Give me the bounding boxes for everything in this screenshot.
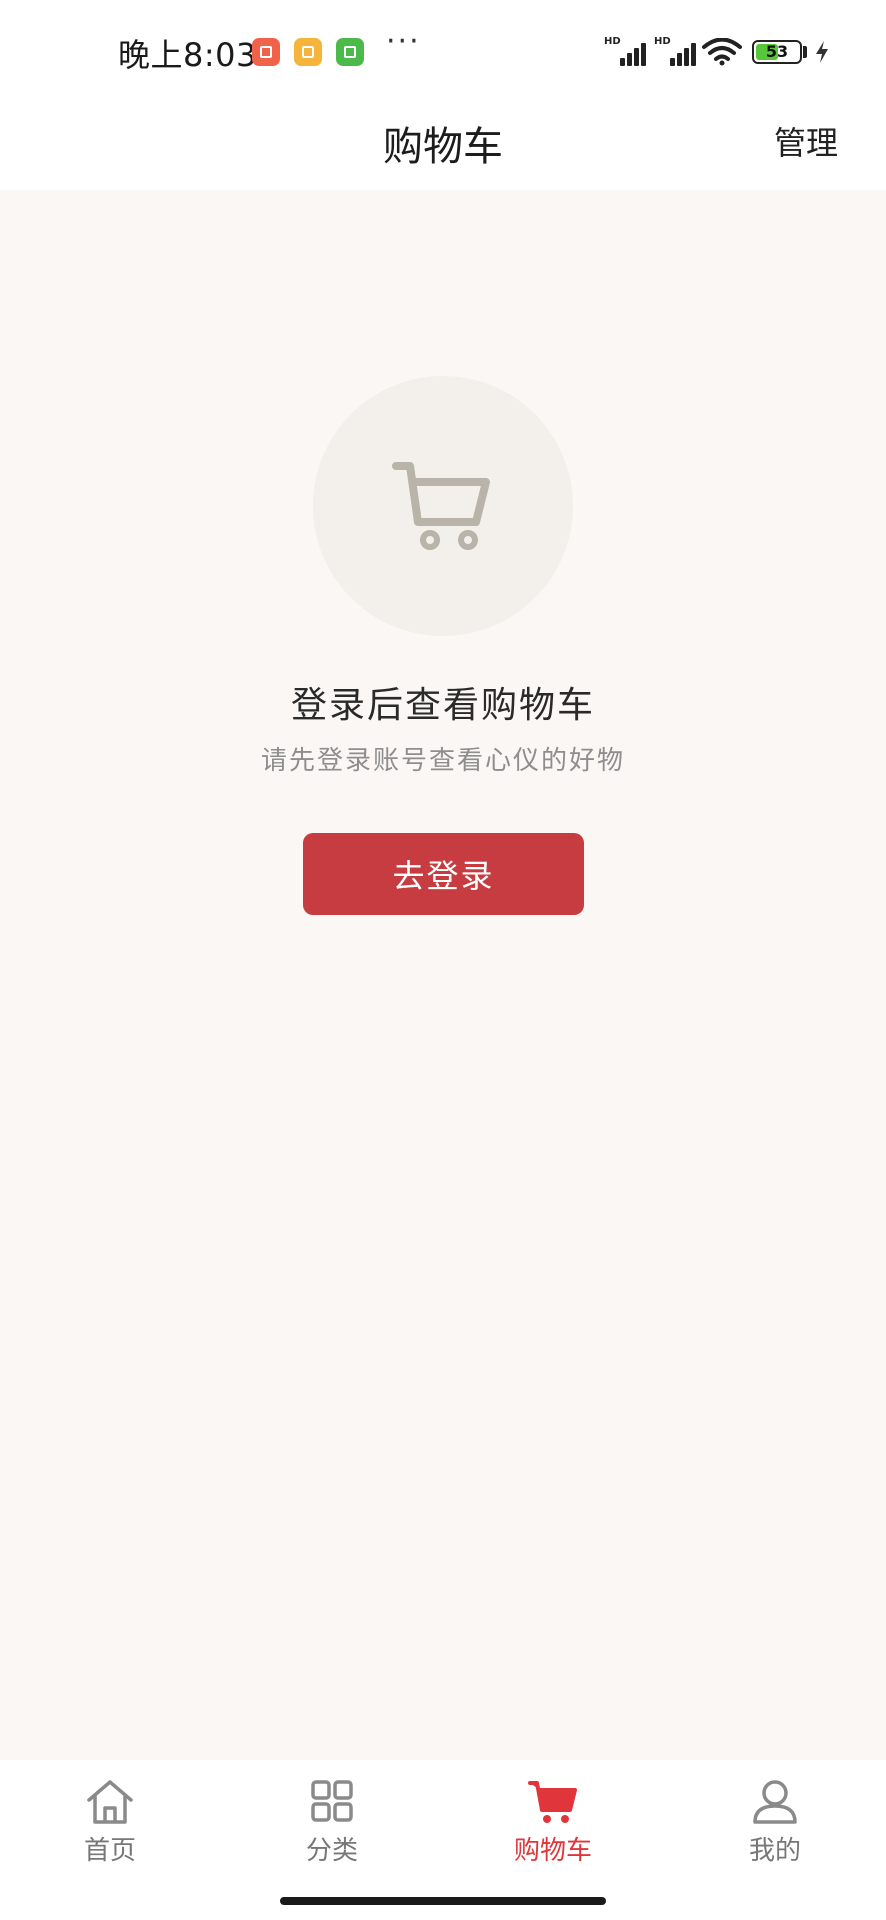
home-indicator xyxy=(280,1897,606,1905)
charging-icon xyxy=(816,41,828,63)
wifi-icon xyxy=(702,38,742,66)
login-button[interactable]: 去登录 xyxy=(303,833,584,915)
header: 购物车 管理 xyxy=(0,96,886,190)
cart-icon xyxy=(392,462,490,550)
network-type-label: HD xyxy=(654,36,671,47)
battery-level: 53 xyxy=(765,42,789,61)
user-icon xyxy=(753,1780,797,1824)
notification-message-icon xyxy=(294,38,322,66)
tab-category[interactable]: 分类 xyxy=(262,1778,402,1888)
bottom-tab-bar: 首页 分类 购物车 我的 xyxy=(0,1760,886,1920)
status-bar: 晚上8:03 ··· HD HD 53 xyxy=(0,0,886,96)
manage-button[interactable]: 管理 xyxy=(774,118,838,164)
notification-app-icon xyxy=(252,38,280,66)
tab-category-label: 分类 xyxy=(305,1836,358,1866)
tab-mine-label: 我的 xyxy=(748,1836,801,1866)
empty-state-subtitle: 请先登录账号查看心仪的好物 xyxy=(260,746,625,776)
tab-home-label: 首页 xyxy=(83,1836,136,1866)
notification-app-icon xyxy=(336,38,364,66)
status-time: 晚上8:03 xyxy=(118,36,257,74)
more-notifications-icon: ··· xyxy=(386,24,421,59)
grid-icon xyxy=(311,1780,353,1822)
home-icon xyxy=(87,1780,133,1824)
battery-tip xyxy=(803,46,807,58)
battery-icon: 53 xyxy=(752,40,802,64)
page-title: 购物车 xyxy=(383,124,503,170)
cart-icon xyxy=(528,1781,577,1823)
tab-mine[interactable]: 我的 xyxy=(705,1778,845,1888)
tab-home[interactable]: 首页 xyxy=(40,1778,180,1888)
network-type-label: HD xyxy=(604,36,621,47)
tab-cart[interactable]: 购物车 xyxy=(483,1778,623,1888)
tab-cart-label: 购物车 xyxy=(513,1836,592,1866)
empty-state-title: 登录后查看购物车 xyxy=(290,685,595,726)
